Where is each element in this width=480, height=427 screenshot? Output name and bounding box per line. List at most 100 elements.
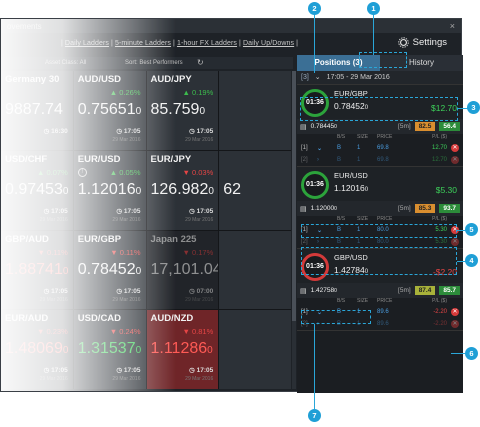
info-icon[interactable]: ! [77,167,87,177]
settings-button[interactable]: Settings [397,37,447,48]
tile-change: ▲ 0.26% [109,88,141,97]
close-trade-icon[interactable]: ✕ [451,156,459,164]
asset-class-select[interactable]: Asset Class: All [45,60,86,66]
market-tile[interactable]: Japan 225 ▼ 0.17% 17,101.04 ◷ 07:00 29 Mar 2… [146,230,219,310]
trades-header: B/S SIZE PRICE P/L ($) [337,298,447,304]
position-header[interactable]: 01:36 EUR/GBP 0.784520 $12.70 [297,85,463,119]
market-tile[interactable] [219,230,291,310]
callout-4: 4 [465,254,478,267]
tile-time: ◷ 07:00 29 Mar 2016 [185,287,214,303]
window-title: ovements [7,21,42,31]
market-tile[interactable] [219,310,291,389]
chevron-down-icon[interactable]: ⌄ [315,71,321,85]
close-icon[interactable]: × [450,21,455,31]
trade-controls: ▤ 0.784450 [5m] 82.5 56.4 [297,119,463,134]
position-card: 01:36 EUR/USD 1.120160 $5.30 ▤ 1.120000 … [297,167,463,249]
market-tile[interactable]: AUD/NZD ▼ 0.81% 1.112860 ◷ 17:05 29 Mar 2016 [146,310,219,389]
sell-price-button[interactable]: 87.4 [414,286,436,295]
tile-symbol: AUD/JPY [150,74,192,85]
buy-price-button[interactable]: 93.7 [439,204,460,213]
date-filter-row[interactable]: [3] ⌄ 17:05 - 29 Mar 2016 [297,71,463,85]
clock-icon: ◷ [43,287,52,295]
tile-symbol: AUD/USD [77,74,122,85]
link-daily-updowns[interactable]: Daily Up/Downs [243,40,294,47]
tab-positions[interactable]: Positions (3) [297,55,380,71]
current-rate: 1.120000 [310,205,337,212]
tab-history[interactable]: History [380,55,463,71]
date-range: 17:05 - 29 Mar 2016 [326,73,390,81]
market-tile[interactable]: AUD/USD ▲ 0.26% 0.756510 ◷ 17:05 29 Mar 2016 [73,71,146,150]
market-tile[interactable]: AUD/JPY ▲ 0.19% 85.7590 ◷ 17:05 29 Mar 2016 [146,71,219,150]
link-1hour-fx-ladders[interactable]: 1-hour FX Ladders [177,40,237,47]
link-5min-ladders[interactable]: 5-minute Ladders [115,40,171,47]
callout-5: 5 [465,223,478,236]
link-daily-ladders[interactable]: Daily Ladders [65,40,109,47]
tile-symbol: EUR/AUD [5,313,49,325]
clock-icon: ◷ [43,207,52,215]
expand-toggle[interactable]: ⌄ [317,227,337,234]
trade-row: [1] ⌄ B 1 89.6 -2.20 ✕ [301,308,459,316]
positions-list: 01:36 EUR/GBP 0.784520 $12.70 ▤ 0.784450… [297,85,463,331]
tile-time: ◷ 17:05 29 Mar 2016 [112,207,141,223]
leader-1 [373,13,374,55]
tile-time: ◷ 16:30 [43,128,68,135]
trade-row: [2] › B 1 89.6 -2.20 ✕ [301,320,459,328]
tile-change: ▼ 0.24% [109,327,141,337]
clock-icon: ◷ [189,207,197,215]
position-pnl: -$2.20 [432,267,457,277]
refresh-icon[interactable]: ↻ [197,58,204,67]
ladder-icon[interactable]: ▤ [300,205,307,213]
sell-price-button[interactable]: 82.5 [414,122,436,131]
tile-time: ◷ 17:05 29 Mar 2016 [39,287,68,303]
buy-price-button[interactable]: 56.4 [439,122,460,131]
tile-symbol: EUR/GBP [77,233,122,245]
tile-change: ▼ 0.03% [182,167,214,177]
market-tile[interactable]: EUR/GBP ▼ 0.11% 0.784520 ◷ 17:05 29 Mar 2016 [73,230,146,310]
clock-icon: ◷ [189,367,197,375]
market-tile[interactable]: GBP/AUD ▼ 0.11% 1.887410 ◷ 17:05 29 Mar 2016 [1,230,73,310]
tile-change: ▼ 0.81% [182,327,214,337]
buy-price-button[interactable]: 85.7 [439,286,460,295]
clock-icon: ◷ [189,128,197,135]
trade-row: [2] › B 1 80.0 5.30 ✕ [301,238,459,246]
tile-price: 1.887410 [5,260,69,278]
sort-select[interactable]: Sort: Best Performers [125,60,183,66]
tile-symbol: USD/CHF [5,153,48,165]
market-tile[interactable]: EUR/JPY ▼ 0.03% 126.9820 ◷ 17:05 29 Mar 2016 [146,150,219,230]
tile-price: 17,101.04 [150,260,219,278]
market-tile[interactable]: USD/CHF ▲ 0.07% 0.974530 ◷ 17:05 29 Mar 2016 [1,150,73,230]
close-trade-icon[interactable]: ✕ [451,238,459,246]
position-header[interactable]: 01:36 GBP/USD 1.427840 -$2.20 [297,249,463,283]
ladder-icon[interactable]: ▤ [300,123,307,131]
settings-label: Settings [412,37,447,48]
tile-time: ◷ 17:05 29 Mar 2016 [112,128,141,143]
scrollbar-thumb[interactable] [292,71,296,321]
market-tile[interactable] [219,71,291,150]
callout-7: 7 [308,409,321,422]
close-trade-icon[interactable]: ✕ [451,308,459,316]
market-tile[interactable]: 62 [219,150,291,230]
market-tile[interactable]: USD/CAD ▼ 0.24% 1.315370 ◷ 17:05 29 Mar 2016 [73,310,146,389]
position-header[interactable]: 01:36 EUR/USD 1.120160 $5.30 [297,167,463,201]
expand-toggle[interactable]: › [317,157,337,163]
close-trade-icon[interactable]: ✕ [451,320,459,328]
ladder-icon[interactable]: ▤ [300,287,307,295]
market-tile[interactable]: EUR/AUD ▼ 0.23% 1.480690 ◷ 17:05 29 Mar 2016 [1,310,73,389]
positions-count: [3] [301,73,309,81]
market-tile[interactable]: EUR/USD! ▲ 0.05% 1.120160 ◷ 17:05 29 Mar 201… [73,150,146,230]
close-trade-icon[interactable]: ✕ [451,144,459,152]
tile-symbol: EUR/USD [77,153,121,165]
filter-bar: Asset Class: All Sort: Best Performers ↻ [1,57,293,69]
tile-change: ▲ 0.19% [182,88,214,97]
tiles-scrollbar[interactable] [292,71,296,389]
expand-toggle[interactable]: ⌄ [317,309,337,316]
title-bar: ovements × [1,19,461,33]
sell-price-button[interactable]: 85.3 [414,204,436,213]
expand-toggle[interactable]: ⌄ [317,145,337,152]
tile-time: ◷ 17:05 29 Mar 2016 [185,367,214,383]
tile-price: 62 [223,180,242,198]
expand-toggle[interactable]: › [317,321,337,327]
market-tile[interactable]: Germany 30 9887.74 ◷ 16:30 [1,71,73,150]
position-pnl: $5.30 [435,185,457,195]
expand-toggle[interactable]: › [317,239,337,245]
